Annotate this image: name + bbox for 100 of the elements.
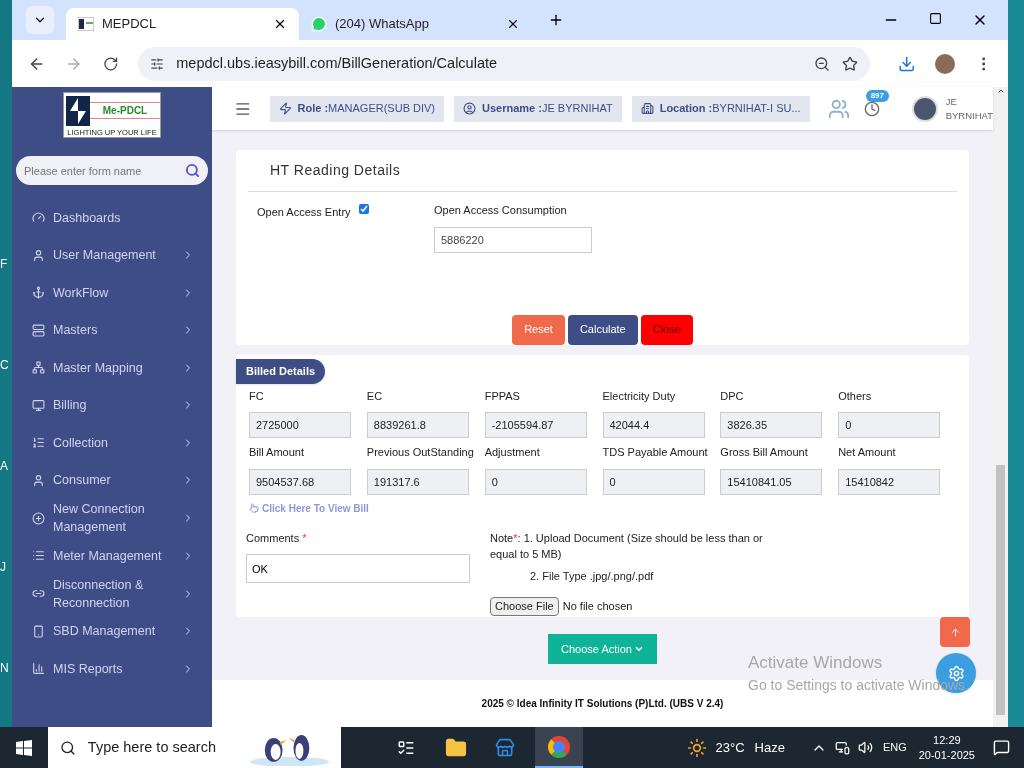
sidebar-item[interactable]: Meter Management bbox=[12, 537, 212, 575]
field-label: Previous OutStanding bbox=[366, 445, 475, 460]
notifications-icon[interactable] bbox=[993, 739, 1010, 756]
sidebar-item[interactable]: Masters bbox=[12, 311, 212, 349]
action-button[interactable]: Calculate bbox=[567, 314, 638, 345]
amount-field[interactable]: 15410841.05 bbox=[720, 468, 823, 495]
file-explorer-icon[interactable] bbox=[445, 736, 467, 759]
amount-field[interactable]: 191317.6 bbox=[366, 468, 469, 495]
list-icon bbox=[32, 549, 45, 563]
taskbar-search-field[interactable]: Type here to search bbox=[87, 736, 228, 759]
download-icon[interactable] bbox=[897, 54, 916, 73]
amount-field[interactable]: -2105594.87 bbox=[484, 412, 587, 438]
sidebar-item[interactable]: User Management bbox=[12, 236, 212, 274]
sidebar-item[interactable]: MIS Reports bbox=[12, 650, 212, 688]
field-label: Adjustment bbox=[484, 445, 541, 460]
amount-field[interactable]: 15410842 bbox=[838, 468, 941, 495]
task-view-icon[interactable] bbox=[397, 738, 415, 757]
weather-icon bbox=[687, 737, 708, 758]
field-label: Net Amount bbox=[838, 445, 897, 460]
amount-field[interactable]: 9504537.68 bbox=[249, 468, 351, 495]
network-icon[interactable] bbox=[834, 740, 850, 755]
consumption-field[interactable]: 5886220 bbox=[434, 226, 592, 253]
gauge-icon bbox=[32, 211, 45, 225]
volume-icon[interactable] bbox=[857, 740, 873, 755]
bar-chart-icon bbox=[32, 662, 45, 676]
sidebar-item[interactable]: Billing bbox=[12, 386, 212, 424]
logo-name: Me-PDCL bbox=[90, 102, 160, 119]
search-icon[interactable] bbox=[185, 163, 200, 178]
field-label: Electricity Duty bbox=[602, 388, 677, 404]
zoom-icon[interactable] bbox=[813, 55, 830, 72]
tab-title: MEPDCL bbox=[102, 15, 158, 34]
close-icon[interactable] bbox=[273, 17, 287, 31]
logo-mark-icon bbox=[66, 95, 90, 126]
field-label: TDS Payable Amount bbox=[602, 445, 709, 460]
chip-text: Location :BYRNIHAT-I SU... bbox=[659, 101, 801, 117]
section-badge: Billed Details bbox=[236, 359, 326, 384]
amount-field[interactable]: 42044.4 bbox=[602, 412, 705, 438]
action-button[interactable]: Close bbox=[640, 314, 693, 345]
open-access-checkbox[interactable] bbox=[358, 204, 369, 214]
amount-field[interactable]: 3826.35 bbox=[720, 412, 823, 438]
new-tab-icon[interactable] bbox=[548, 12, 564, 28]
close-icon[interactable] bbox=[506, 17, 520, 31]
browser-taskbar-button[interactable] bbox=[535, 727, 583, 768]
browser-tab[interactable]: (204) WhatsApp bbox=[299, 8, 532, 40]
user-avatar[interactable] bbox=[911, 95, 938, 122]
browser-tab[interactable]: MEPDCL bbox=[66, 8, 299, 40]
form-search-field[interactable]: Please enter form name bbox=[16, 156, 208, 185]
field-label: FC bbox=[249, 388, 265, 404]
notification-badge: 897 bbox=[865, 89, 889, 102]
pointing-hand-icon bbox=[249, 503, 259, 513]
amount-field[interactable]: 8839261.8 bbox=[366, 412, 469, 438]
site-settings-icon[interactable] bbox=[150, 56, 165, 71]
site-logo-icon bbox=[78, 17, 94, 31]
sidebar-item[interactable]: SBD Management bbox=[12, 612, 212, 650]
comments-field[interactable]: OK bbox=[246, 554, 470, 583]
profile-avatar[interactable] bbox=[935, 53, 955, 74]
user-name: BYRNIHAT bbox=[945, 108, 993, 123]
field-label: Comments * bbox=[246, 530, 308, 546]
sidebar-item[interactable]: Collection bbox=[12, 424, 212, 462]
clock-icon[interactable] bbox=[863, 100, 880, 117]
field-label: Others bbox=[838, 388, 873, 404]
scroll-up-icon[interactable] bbox=[996, 87, 1005, 95]
sidebar-item[interactable]: Consumer bbox=[12, 461, 212, 499]
field-label: EC bbox=[366, 388, 384, 404]
sidebar-item[interactable]: Dashboards bbox=[12, 199, 212, 237]
language-indicator[interactable]: ENG bbox=[882, 739, 907, 756]
amount-field[interactable]: 0 bbox=[838, 412, 941, 438]
chip-text: Role :MANAGER(SUB DIV) bbox=[297, 101, 436, 117]
field-label: Open Access Entry bbox=[257, 205, 351, 220]
amount-field[interactable]: 0 bbox=[484, 468, 587, 495]
choose-file-button[interactable]: Choose File bbox=[490, 597, 559, 616]
field-label: Open Access Consumption bbox=[434, 203, 568, 218]
windows-logo-icon[interactable] bbox=[16, 739, 32, 756]
user-icon bbox=[463, 102, 477, 115]
sidebar-item[interactable]: Master Mapping bbox=[12, 349, 212, 387]
file-type-note: 2. File Type .jpg/.png/.pdf bbox=[530, 568, 655, 584]
sidebar-item[interactable]: Disconnection & Reconnection bbox=[12, 574, 212, 613]
bookmark-icon[interactable] bbox=[841, 55, 858, 72]
tab-title: (204) WhatsApp bbox=[335, 15, 430, 34]
address-bar[interactable]: mepdcl.ubs.ieasybill.com/BillGeneration/Calculate bbox=[138, 46, 870, 81]
footer-text: 2025 © Idea Infinity IT Solutions (P)Ltd. (UBS V 2.4) bbox=[481, 697, 724, 711]
sitemap-icon bbox=[32, 361, 45, 375]
amount-field[interactable]: 0 bbox=[602, 468, 705, 495]
phone-icon bbox=[32, 624, 45, 638]
user-icon bbox=[32, 248, 45, 262]
desktop-icon-label: J bbox=[0, 559, 6, 576]
reload-icon[interactable] bbox=[102, 55, 119, 72]
scrollbar-thumb[interactable] bbox=[996, 465, 1005, 715]
desktop-icon-label: F bbox=[0, 256, 8, 273]
maximize-icon[interactable] bbox=[929, 12, 942, 25]
chip-text: Username :JE BYRNIHAT bbox=[482, 101, 613, 117]
store-icon[interactable] bbox=[495, 737, 515, 758]
sidebar-item[interactable]: WorkFlow bbox=[12, 274, 212, 312]
field-label: DPC bbox=[720, 388, 745, 404]
section-title: HT Reading Details bbox=[248, 150, 957, 192]
upload-note: Note*: 1. Upload Document (Size should be less than or equal to 5 MB) bbox=[490, 530, 764, 562]
server-icon bbox=[32, 323, 45, 337]
clock-date: 20-01-2025 bbox=[918, 747, 975, 763]
amount-field[interactable]: 2725000 bbox=[249, 412, 351, 438]
sidebar-item[interactable]: New Connection Management bbox=[12, 499, 212, 537]
